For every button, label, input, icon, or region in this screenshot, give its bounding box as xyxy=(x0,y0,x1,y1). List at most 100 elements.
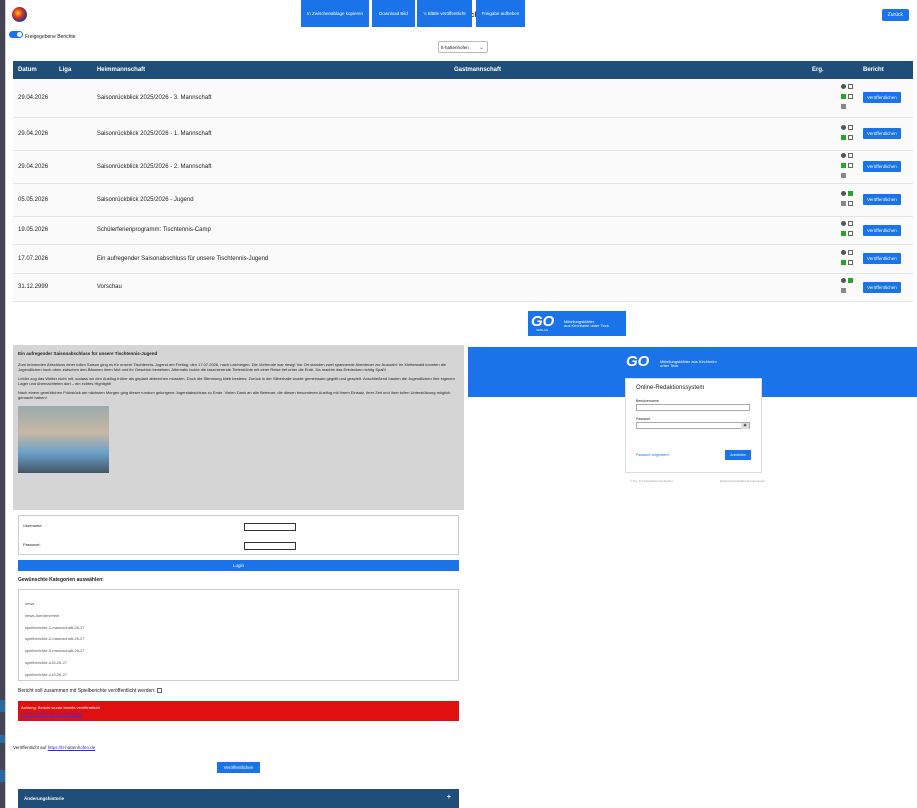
cms-logo-text: Mitteilungsblätter aus Kirchheim unter T… xyxy=(660,359,717,368)
cell-report: Veröffentlichen xyxy=(858,216,913,245)
search-icon[interactable] xyxy=(841,124,847,130)
article-title: Ein aufregender Saisonabschluss für unse… xyxy=(18,351,158,356)
category-item[interactable]: spielberichte-u15-26-27 xyxy=(25,657,452,669)
cell-report: Veröffentlichen xyxy=(858,273,913,302)
released-reports-toggle[interactable] xyxy=(9,31,23,38)
document-icon[interactable] xyxy=(841,172,847,178)
publish-submit-button[interactable]: Veröffentlichen xyxy=(217,762,260,773)
cms-title: Online-Redaktionssystem xyxy=(636,385,705,391)
publish-button[interactable]: Veröffentlichen xyxy=(863,253,901,264)
image-icon[interactable] xyxy=(848,83,854,89)
cms-footer-left: © Top 1% Spiele/Vereins GmbH xyxy=(630,479,673,483)
login-button[interactable]: Login xyxy=(18,560,459,571)
publish-button[interactable]: Veröffentlichen xyxy=(863,161,901,172)
category-item[interactable]: news xyxy=(25,598,452,610)
search-icon[interactable] xyxy=(841,221,847,226)
download-image-button[interactable]: Download Bild xyxy=(372,0,415,27)
image-icon[interactable] xyxy=(848,231,854,236)
published-on-link[interactable]: https://tt-hattenhofen.de xyxy=(48,745,96,750)
document-icon[interactable] xyxy=(841,288,847,293)
image-icon[interactable] xyxy=(848,221,854,226)
search-icon[interactable] xyxy=(841,190,847,196)
copy-to-clipboard-button[interactable]: In Zwischenablage kopieren xyxy=(301,0,369,27)
categories-list[interactable]: news news-foerderverein spielberichte-1-… xyxy=(18,589,459,681)
cms-footer-right[interactable]: Datenschutzerklärung Impressum xyxy=(720,479,765,483)
image-icon[interactable] xyxy=(848,249,854,255)
club-select[interactable]: tt-hattenhofen ⌄ xyxy=(438,41,488,53)
publish-button[interactable]: Veröffentlichen xyxy=(863,128,901,139)
status-ok-icon xyxy=(848,278,854,283)
cell-home: Saisonrückblick 2025/2026 - 3. Mannschaf… xyxy=(91,79,449,118)
publish-with-reports-row: Bericht soll zusammen mit Spielberichte … xyxy=(18,688,162,694)
cell-report: Veröffentlichen xyxy=(858,183,913,217)
publish-button[interactable]: Veröffentlichen xyxy=(863,194,901,205)
image-icon[interactable] xyxy=(848,200,854,206)
password-field[interactable] xyxy=(244,542,296,550)
cell-home: Schülerferienprogramm: Tischtennis-Camp xyxy=(91,216,449,245)
image-icon[interactable] xyxy=(848,162,854,168)
cell-home: Saisonrückblick 2025/2026 - Jugend xyxy=(91,183,449,217)
status-ok-icon xyxy=(841,134,847,140)
document-icon[interactable] xyxy=(841,103,847,109)
search-icon[interactable] xyxy=(841,278,847,283)
login-form: Username: Passwort: xyxy=(18,515,459,555)
cell-home: Saisonrückblick 2025/2026 - 1. Mannschaf… xyxy=(91,117,449,151)
col-header-guest: Gastmannschaft xyxy=(448,61,808,79)
cell-league xyxy=(53,244,92,274)
cell-report: Veröffentlichen xyxy=(858,150,913,184)
username-field[interactable] xyxy=(244,523,296,531)
change-history-accordion[interactable]: Änderungshistorie + xyxy=(18,789,459,808)
image-icon[interactable] xyxy=(848,152,854,158)
cms-user-field[interactable] xyxy=(636,404,750,411)
lock-icon xyxy=(841,200,847,206)
cell-guest xyxy=(448,117,808,151)
cell-date: 31.12.2999 xyxy=(13,273,54,302)
cell-report: Veröffentlichen xyxy=(858,79,913,118)
publish-button[interactable]: Veröffentlichen xyxy=(863,92,901,104)
image-icon[interactable] xyxy=(848,124,854,130)
cell-result xyxy=(807,117,859,151)
cell-date: 29.04.2026 xyxy=(13,117,54,151)
image-icon[interactable] xyxy=(848,134,854,140)
show-password-icon[interactable]: ◉ xyxy=(741,423,749,429)
revoke-release-button[interactable]: Freigabe aufheben xyxy=(476,0,525,27)
forgot-password-link[interactable]: Passwort vergessen? xyxy=(636,453,669,457)
cell-date: 19.05.2026 xyxy=(13,216,54,245)
image-icon[interactable] xyxy=(848,93,854,99)
category-item[interactable]: spielberichte-3-mannschaft-26-27 xyxy=(25,645,452,657)
category-item[interactable]: news-foerderverein xyxy=(25,610,452,622)
cell-report: Veröffentlichen xyxy=(858,117,913,151)
publish-with-reports-label: Bericht soll zusammen mit Spielberichte … xyxy=(18,688,156,694)
publish-with-reports-checkbox[interactable] xyxy=(156,688,162,694)
table-row: 29.04.2026 Saisonrückblick 2025/2026 - 2… xyxy=(13,150,913,184)
article-paragraph: Zum krönenden Abschluss einer tollen Sai… xyxy=(18,361,447,373)
image-icon[interactable] xyxy=(848,259,854,265)
cell-date: 05.05.2026 xyxy=(13,183,54,217)
cell-date: 29.04.2026 xyxy=(13,150,54,184)
search-icon[interactable] xyxy=(841,249,847,255)
search-icon[interactable] xyxy=(841,83,847,89)
cell-guest xyxy=(448,79,808,118)
go-logo-sub: VERLAG xyxy=(536,328,549,332)
publish-sheets-button[interactable]: 's Blätle veröffentlicht xyxy=(417,0,472,27)
cell-result xyxy=(807,216,859,245)
expand-icon[interactable]: + xyxy=(447,794,451,801)
publish-button[interactable]: Veröffentlichen xyxy=(863,281,901,293)
publish-button[interactable]: Veröffentlichen xyxy=(863,224,901,236)
cms-pass-label: Passwort xyxy=(636,417,651,421)
go-verlag-banner[interactable]: GO VERLAG Mitteilungsblätter aus Kirchhei… xyxy=(528,311,626,336)
modal-window: Veröffentlichen Zurück Freigegebene Beri… xyxy=(5,0,917,808)
back-button[interactable]: Zurück xyxy=(881,9,909,21)
alert-text: Achtung: Bericht wurde bereits veröffent… xyxy=(21,705,101,710)
cms-login-button[interactable]: Anmelden xyxy=(725,450,751,460)
published-on-label: Veröffentlicht auf xyxy=(13,745,47,750)
cms-pass-field[interactable]: ◉ xyxy=(636,422,750,429)
search-icon[interactable] xyxy=(841,152,847,158)
reports-table: Datum Liga Heimmannschaft Gastmannschaft… xyxy=(13,61,913,302)
category-item[interactable]: spielberichte-1-mannschaft-26-27 xyxy=(25,622,452,634)
cell-guest xyxy=(448,150,808,184)
alert-link[interactable]: Aus der Tabelle als der Homepage xyxy=(21,711,82,716)
cell-report: Veröffentlichen xyxy=(858,244,913,274)
category-item[interactable]: spielberichte-u19-26-27 xyxy=(25,669,452,681)
category-item[interactable]: spielberichte-2-mannschaft-26-27 xyxy=(25,633,452,645)
